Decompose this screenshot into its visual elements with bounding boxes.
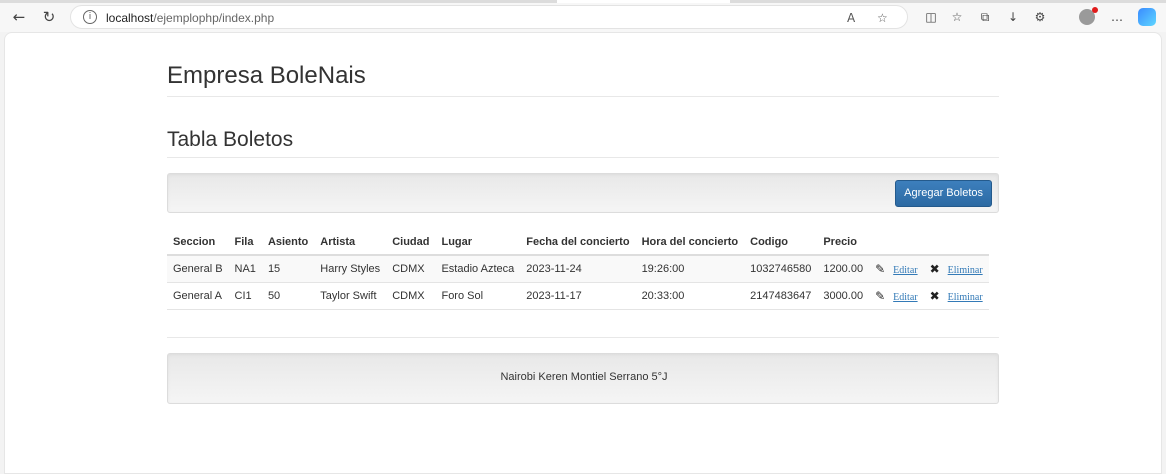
web-page: Empresa BoleNais Tabla Boletos Agregar B… [4,32,1162,474]
cell-fecha: 2023-11-24 [520,255,636,283]
cell-artista: Taylor Swift [314,282,387,310]
footer-text: Nairobi Keren Montiel Serrano 5°J [500,371,668,383]
address-bar[interactable]: i localhost/ejemplophp/index.php A ☆ [70,5,908,29]
cell-precio: 3000.00 [817,282,870,310]
split-screen-icon[interactable]: ◫ [922,8,940,26]
cell-hora: 20:33:00 [635,282,745,310]
cell-artista: Harry Styles [314,255,387,283]
section-divider [167,157,999,158]
delete-icon[interactable]: ✖ [930,289,940,303]
column-header: Hora del concierto [635,229,745,256]
column-header-edit [869,229,924,256]
table-header-row: Seccion Fila Asiento Artista Ciudad Luga… [167,229,989,256]
cell-fila: NA1 [228,255,262,283]
delete-link[interactable]: Eliminar [948,265,983,276]
profile-avatar[interactable] [1079,7,1098,25]
cell-asiento: 50 [261,282,315,310]
active-tab-indicator [557,0,730,3]
toolbar-panel: Agregar Boletos [167,173,999,213]
column-header: Seccion [167,229,229,256]
edit-icon[interactable]: ✎ [875,289,885,303]
cell-asiento: 15 [261,255,315,283]
edit-link[interactable]: Editar [893,292,917,303]
tickets-table: Seccion Fila Asiento Artista Ciudad Luga… [167,229,989,310]
url-text[interactable]: localhost/ejemplophp/index.php [106,11,274,25]
info-icon[interactable]: i [83,10,97,24]
extensions-icon[interactable]: ⚙ [1031,8,1049,26]
cell-codigo: 1032746580 [744,255,818,283]
column-header: Fecha del concierto [520,229,636,256]
table-row: General A CI1 50 Taylor Swift CDMX Foro … [167,282,989,310]
cell-seccion: General A [167,282,229,310]
column-header: Ciudad [386,229,436,256]
cell-edit: ✎ Editar [869,255,924,283]
delete-link[interactable]: Eliminar [948,292,983,303]
table-row: General B NA1 15 Harry Styles CDMX Estad… [167,255,989,283]
footer-divider [167,337,999,338]
cell-lugar: Estadio Azteca [435,255,521,283]
browser-toolbar: ← ↻ i localhost/ejemplophp/index.php A ☆… [0,0,1166,32]
edit-action[interactable]: ✎ Editar [875,262,918,276]
back-icon[interactable]: ← [9,7,29,27]
edit-link[interactable]: Editar [893,265,917,276]
edit-icon[interactable]: ✎ [875,262,885,276]
column-header: Codigo [744,229,818,256]
cell-delete: ✖ Eliminar [923,255,989,283]
cell-precio: 1200.00 [817,255,870,283]
favorite-star-icon[interactable]: ☆ [877,11,888,25]
refresh-icon[interactable]: ↻ [39,7,59,27]
cell-seccion: General B [167,255,229,283]
page-title: Empresa BoleNais [167,62,366,89]
delete-action[interactable]: ✖ Eliminar [930,262,983,276]
column-header: Precio [817,229,870,256]
favorites-icon[interactable]: ☆ [948,8,966,26]
cell-fecha: 2023-11-17 [520,282,636,310]
read-aloud-icon[interactable]: A [847,11,855,25]
delete-action[interactable]: ✖ Eliminar [930,289,983,303]
cell-edit: ✎ Editar [869,282,924,310]
column-header: Fila [228,229,262,256]
cell-ciudad: CDMX [386,255,436,283]
section-title: Tabla Boletos [167,128,294,151]
column-header: Artista [314,229,387,256]
column-header-delete [923,229,989,256]
delete-icon[interactable]: ✖ [930,262,940,276]
more-options-icon[interactable]: … [1108,8,1126,26]
cell-lugar: Foro Sol [435,282,521,310]
cell-fila: CI1 [228,282,262,310]
title-divider [167,96,999,97]
tab-strip [0,0,1166,3]
add-tickets-button[interactable]: Agregar Boletos [895,180,992,207]
collections-icon[interactable]: ⧉ [976,8,994,26]
cell-ciudad: CDMX [386,282,436,310]
cell-hora: 19:26:00 [635,255,745,283]
downloads-icon[interactable]: ↓ [1004,8,1022,26]
cell-delete: ✖ Eliminar [923,282,989,310]
copilot-icon[interactable] [1138,8,1156,26]
edit-action[interactable]: ✎ Editar [875,289,918,303]
footer-panel: Nairobi Keren Montiel Serrano 5°J [167,353,999,404]
column-header: Lugar [435,229,521,256]
cell-codigo: 2147483647 [744,282,818,310]
column-header: Asiento [261,229,315,256]
